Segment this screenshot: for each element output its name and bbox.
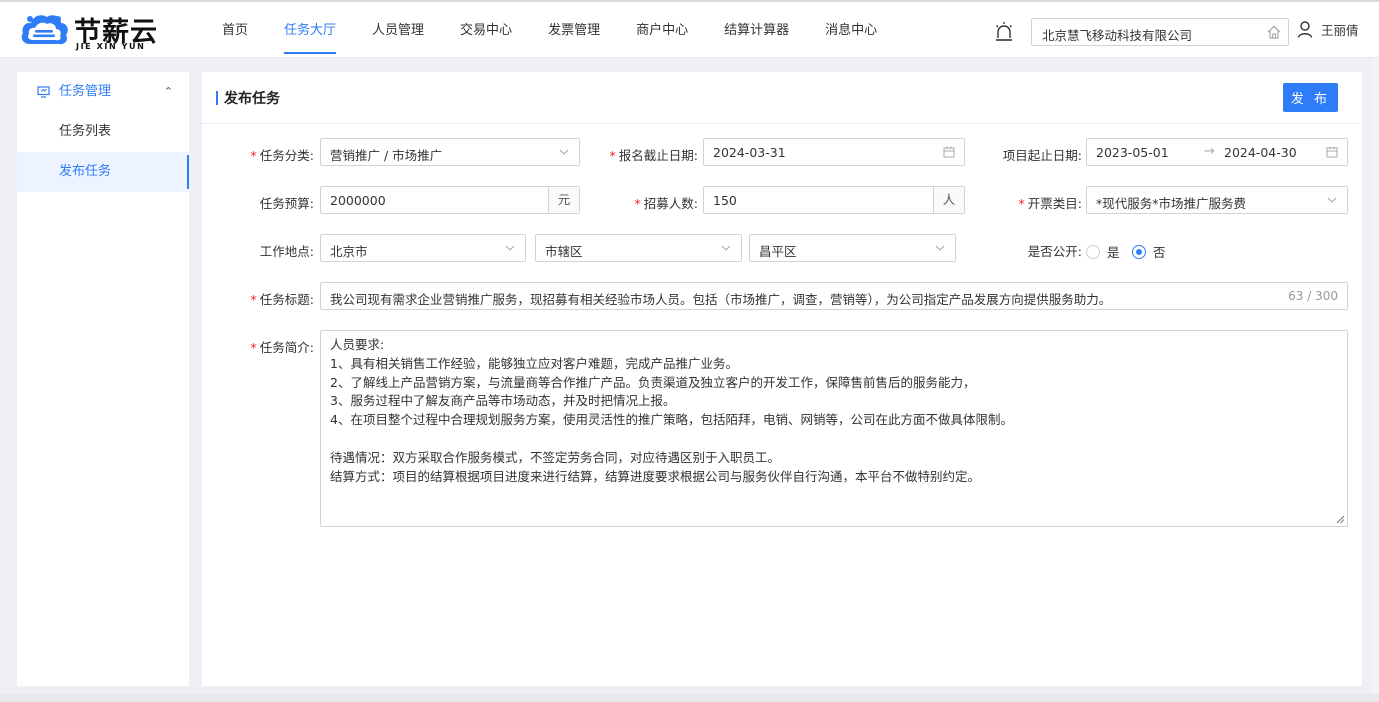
company-select[interactable]: 北京慧飞移动科技有限公司 — [1031, 18, 1289, 46]
sidebar: 任务管理 ⌃ 任务列表 发布任务 — [17, 72, 189, 686]
calendar-icon — [1326, 146, 1338, 158]
char-counter: 63 / 300 — [1288, 289, 1338, 303]
nav-task-hall[interactable]: 任务大厅 — [266, 2, 354, 58]
period-label: 项目起止日期: — [1002, 148, 1082, 163]
task-title-label: * 任务标题: — [250, 292, 314, 307]
area-select[interactable]: 市辖区 — [535, 234, 742, 262]
chevron-down-icon — [505, 245, 515, 251]
nav-invoices[interactable]: 发票管理 — [530, 2, 618, 58]
public-label: 是否公开: — [1027, 244, 1082, 259]
sidebar-group-label: 任务管理 — [59, 84, 112, 99]
sidebar-item-publish-task[interactable]: 发布任务 — [17, 152, 189, 192]
intro-label: * 任务简介: — [250, 340, 314, 355]
panel-header: 发布任务 发 布 — [202, 72, 1362, 124]
deadline-date-picker[interactable]: 2024-03-31 — [703, 138, 965, 166]
intro-line: 待遇情况：双方采取合作服务模式，不签定劳务合同，对应待遇区别于入职员工。 — [330, 449, 781, 465]
task-intro-textarea[interactable]: 人员要求: 1、具有相关销售工作经验，能够独立应对客户难题，完成产品推广业务。 … — [320, 330, 1348, 527]
invoice-category-select[interactable]: *现代服务*市场推广服务费 — [1086, 186, 1348, 214]
district-value: 昌平区 — [759, 244, 797, 259]
public-no-label: 否 — [1153, 245, 1166, 260]
cloud-logo-icon — [21, 15, 68, 45]
page-title: 发布任务 — [224, 91, 280, 107]
intro-line: 结算方式：项目的结算根据项目进度来进行结算，结算进度要求根据公司与服务伙伴自行沟… — [330, 468, 981, 484]
bottom-scrollbar[interactable] — [0, 694, 1379, 702]
user-name: 王丽倩 — [1321, 23, 1359, 38]
recruit-value: 150 — [713, 193, 737, 208]
publish-button[interactable]: 发 布 — [1283, 83, 1338, 112]
period-start[interactable]: 2023-05-01 — [1096, 145, 1169, 160]
area-value: 市辖区 — [545, 244, 583, 259]
main-panel: 发布任务 发 布 * 任务分类: 营销推广 / 市场推广 * 报名截止日期: 202… — [202, 72, 1362, 686]
task-title-input[interactable]: 我公司现有需求企业营销推广服务，现招募有相关经验市场人员。包括（市场推广，调查，… — [320, 282, 1348, 310]
home-icon — [1267, 25, 1281, 39]
chevron-down-icon — [559, 149, 569, 155]
nav-transactions[interactable]: 交易中心 — [442, 2, 530, 58]
radio-unchecked-icon — [1086, 244, 1100, 259]
location-label: 工作地点: — [259, 244, 314, 259]
invoice-value: *现代服务*市场推广服务费 — [1096, 196, 1247, 211]
sidebar-item-task-list[interactable]: 任务列表 — [17, 112, 189, 152]
nav-home[interactable]: 首页 — [204, 2, 266, 58]
range-arrow-icon: → — [1204, 144, 1215, 159]
public-yes-label: 是 — [1107, 245, 1120, 260]
category-label: * 任务分类: — [250, 148, 314, 163]
deadline-value: 2024-03-31 — [713, 145, 786, 160]
recruit-unit: 人 — [933, 187, 964, 213]
nav-messages[interactable]: 消息中心 — [807, 2, 895, 58]
nav-calculator[interactable]: 结算计算器 — [706, 2, 807, 58]
public-no-radio[interactable]: 否 — [1132, 242, 1166, 261]
chevron-down-icon — [721, 245, 731, 251]
intro-line: 4、在项目整个过程中合理规划服务方案，使用灵活性的推广策略，包括陌拜，电销、网销… — [330, 412, 1013, 428]
recruit-label: * 招募人数: — [634, 196, 698, 211]
period-end[interactable]: 2024-04-30 — [1224, 145, 1297, 160]
brand-logo[interactable]: 节薪云 JIE XIN YUN — [18, 10, 158, 54]
sidebar-group-task-management[interactable]: 任务管理 ⌃ — [17, 72, 189, 112]
intro-line: 2、了解线上产品营销方案，与流量商等合作推广产品。负责渠道及独立客户的开发工作，… — [330, 374, 976, 390]
invoice-label: * 开票类目: — [1018, 196, 1082, 211]
task-title-value: 我公司现有需求企业营销推广服务，现招募有相关经验市场人员。包括（市场推广，调查，… — [330, 292, 1112, 307]
district-select[interactable]: 昌平区 — [749, 234, 956, 262]
chevron-up-icon: ⌃ — [163, 85, 173, 98]
chevron-down-icon — [1327, 197, 1337, 203]
user-icon — [1297, 21, 1313, 38]
calendar-icon — [943, 146, 955, 158]
category-value: 营销推广 / 市场推广 — [330, 148, 443, 163]
nav-merchants[interactable]: 商户中心 — [618, 2, 706, 58]
intro-line — [330, 430, 1338, 449]
resize-handle-icon[interactable] — [1336, 515, 1345, 524]
deadline-label: * 报名截止日期: — [609, 148, 698, 163]
budget-label: 任务预算: — [259, 196, 314, 211]
radio-checked-icon — [1132, 244, 1146, 259]
budget-unit: 元 — [548, 187, 579, 213]
public-yes-radio[interactable]: 是 — [1086, 242, 1120, 261]
budget-input[interactable]: 2000000 元 — [320, 186, 580, 214]
page-scrollbar[interactable] — [1373, 58, 1379, 702]
city-value: 北京市 — [330, 244, 368, 259]
period-range-picker[interactable]: 2023-05-01 → 2024-04-30 — [1086, 138, 1348, 166]
recruit-count-input[interactable]: 150 人 — [703, 186, 965, 214]
brand-subtitle: JIE XIN YUN — [76, 42, 146, 51]
company-name: 北京慧飞移动科技有限公司 — [1042, 28, 1193, 43]
intro-line: 人员要求: — [330, 337, 385, 352]
intro-line: 1、具有相关销售工作经验，能够独立应对客户难题，完成产品推广业务。 — [330, 355, 738, 371]
nav-personnel[interactable]: 人员管理 — [354, 2, 442, 58]
alarm-bell-icon[interactable] — [993, 21, 1015, 43]
budget-value: 2000000 — [330, 193, 386, 208]
category-select[interactable]: 营销推广 / 市场推广 — [320, 138, 580, 166]
top-bar: 节薪云 JIE XIN YUN 首页 任务大厅 人员管理 交易中心 发票管理 商… — [0, 0, 1379, 58]
city-select[interactable]: 北京市 — [320, 234, 526, 262]
main-nav: 首页 任务大厅 人员管理 交易中心 发票管理 商户中心 结算计算器 消息中心 — [204, 2, 895, 58]
monitor-icon — [37, 86, 50, 98]
title-accent-bar — [216, 91, 218, 105]
user-menu[interactable]: 王丽倩 — [1297, 20, 1359, 39]
chevron-down-icon — [935, 245, 945, 251]
intro-line: 3、服务过程中了解友商产品等市场动态，并及时把情况上报。 — [330, 393, 676, 409]
